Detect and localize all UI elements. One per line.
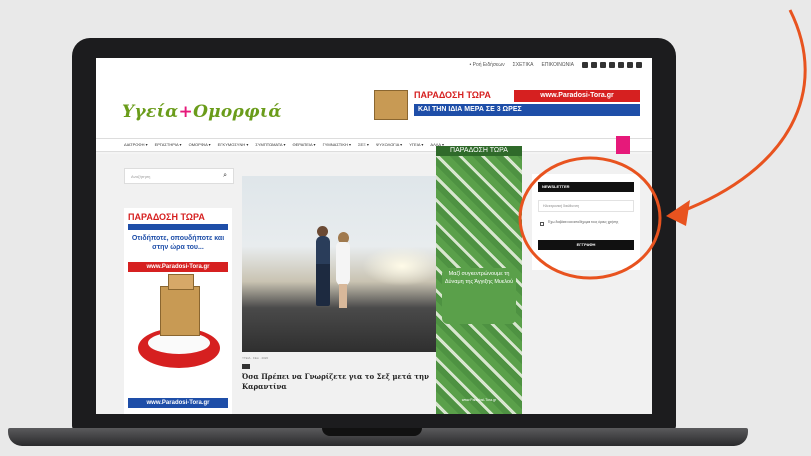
woman-figure-legs <box>339 284 347 308</box>
laptop-notch <box>322 428 422 436</box>
article-image[interactable] <box>242 176 438 352</box>
newsletter-consent-checkbox[interactable] <box>540 222 544 226</box>
youtube-icon[interactable] <box>627 62 633 68</box>
top-link-about[interactable]: ΣΧΕΤΙΚΑ <box>513 62 534 68</box>
nav-item[interactable]: ΘΕΡΑΠΕΙΑ ▾ <box>293 142 316 147</box>
top-links: • Ροή Ειδήσεων ΣΧΕΤΙΚΑ ΕΠΙΚΟΙΝΩΝΙΑ <box>469 62 642 68</box>
header-banner-ad[interactable]: ΠΑΡΑΔΟΣΗ ΤΩΡΑ www.Paradosi-Tora.gr ΚΑΙ Τ… <box>374 88 642 122</box>
package-stack-icon <box>160 286 200 336</box>
site-header: Υγεία+Ομορφιά ΠΑΡΑΔΟΣΗ ΤΩΡΑ www.Paradosi… <box>96 76 652 138</box>
main-nav: ΔΙΑΤΡΟΦΗ ▾ ΕΡΓΑΣΤΗΡΙΑ ▾ ΟΜΟΡΦΙΑ ▾ ΕΓΚΥΜΟΣΥΝ… <box>96 138 652 152</box>
man-figure <box>316 236 330 306</box>
annotation-arrow <box>679 9 807 214</box>
nav-item[interactable]: ΣΕΞ ▾ <box>358 142 369 147</box>
newsletter-consent-label: Έχω διαβάσει και αποδέχομαι τους όρους χ… <box>548 220 619 224</box>
browser-screen: • Ροή Ειδήσεων ΣΧΕΤΙΚΑ ΕΠΙΚΟΙΝΩΝΙΑ Υγεία… <box>96 58 652 414</box>
middle-banner-ad[interactable]: ΠΑΡΑΔΟΣΗ ΤΩΡΑ Μαζί συγκεντρώνουμε τη Δύν… <box>436 146 522 414</box>
pinterest-icon[interactable] <box>609 62 615 68</box>
mid-ad-text: Μαζί συγκεντρώνουμε τη Δύναμη της Άγγιξη… <box>444 271 514 285</box>
nav-item[interactable]: ΥΓΕΙΑ ▾ <box>409 142 423 147</box>
top-bar: • Ροή Ειδήσεων ΣΧΕΤΙΚΑ ΕΠΙΚΟΙΝΩΝΙΑ <box>96 58 652 76</box>
article-meta: ΥΓΕΙΑ · ΣΕΞ · 2020 <box>242 356 269 360</box>
linkedin-icon[interactable] <box>618 62 624 68</box>
newsletter-widget: NEWSLETTER Ηλεκτρονική διεύθυνση Έχω δια… <box>532 174 640 270</box>
top-link-feed[interactable]: • Ροή Ειδήσεων <box>469 62 504 68</box>
facebook-icon[interactable] <box>582 62 588 68</box>
nav-item[interactable]: ΟΜΟΡΦΙΑ ▾ <box>189 142 211 147</box>
left-ad-url-bottom: www.Paradosi-Tora.gr <box>128 398 228 408</box>
nav-item[interactable]: ΕΡΓΑΣΤΗΡΙΑ ▾ <box>155 142 182 147</box>
article-title[interactable]: Όσα Πρέπει να Γνωρίζετε για το Σεξ μετά … <box>242 372 438 392</box>
social-icons <box>582 62 642 68</box>
left-ad-title: ΠΑΡΑΔΟΣΗ ΤΩΡΑ <box>128 212 205 222</box>
newsletter-subscribe-button[interactable]: ΕΓΓΡΑΦΗ <box>538 240 634 250</box>
site-logo[interactable]: Υγεία+Ομορφιά <box>122 102 282 122</box>
nav-item[interactable]: ΣΥΜΠΤΩΜΑΤΑ ▾ <box>255 142 285 147</box>
mid-ad-url: www.Paradosi-Tora.gr <box>461 398 497 402</box>
package-box-icon <box>374 90 408 120</box>
nav-items: ΔΙΑΤΡΟΦΗ ▾ ΕΡΓΑΣΤΗΡΙΑ ▾ ΟΜΟΡΦΙΑ ▾ ΕΓΚΥΜΟΣΥΝ… <box>124 142 444 147</box>
nav-item[interactable]: ΔΙΑΤΡΟΦΗ ▾ <box>124 142 148 147</box>
article-category-tag[interactable] <box>242 364 250 369</box>
package-top-icon <box>168 274 194 290</box>
nav-item[interactable]: ΕΓΚΥΜΟΣΥΝΗ ▾ <box>218 142 249 147</box>
mid-ad-header: ΠΑΡΑΔΟΣΗ ΤΩΡΑ <box>436 146 522 156</box>
top-link-contact[interactable]: ΕΠΙΚΟΙΝΩΝΙΑ <box>542 62 574 68</box>
search-placeholder: Αναζήτηση <box>131 174 151 179</box>
sunlight <box>362 246 438 286</box>
nav-item[interactable]: ΓΥΜΝΑΣΤΙΚΗ ▾ <box>323 142 351 147</box>
newsletter-header: NEWSLETTER <box>538 182 634 192</box>
left-ad-stripe <box>128 224 228 230</box>
twitter-icon[interactable] <box>591 62 597 68</box>
rss-icon[interactable] <box>636 62 642 68</box>
woman-figure <box>336 242 350 286</box>
left-ad-url: www.Paradosi-Tora.gr <box>128 262 228 272</box>
newsletter-email-input[interactable]: Ηλεκτρονική διεύθυνση <box>538 200 634 212</box>
banner-title: ΠΑΡΑΔΟΣΗ ΤΩΡΑ <box>414 90 491 100</box>
nav-search-button[interactable] <box>616 136 630 156</box>
search-input[interactable]: Αναζήτηση ⌕ <box>124 168 234 184</box>
nav-item[interactable]: ΨΥΧΟΛΟΓΙΑ ▾ <box>376 142 402 147</box>
left-sidebar-ad[interactable]: ΠΑΡΑΔΟΣΗ ΤΩΡΑ Οτιδήποτε, οπουδήποτε και … <box>124 208 232 414</box>
instagram-icon[interactable] <box>600 62 606 68</box>
left-ad-text: Οτιδήποτε, οπουδήποτε και στην ώρα του..… <box>131 235 225 251</box>
banner-subtitle: ΚΑΙ ΤΗΝ ΙΔΙΑ ΜΕΡΑ ΣΕ 3 ΩΡΕΣ <box>414 104 640 116</box>
search-icon[interactable]: ⌕ <box>223 172 227 180</box>
banner-url: www.Paradosi-Tora.gr <box>514 90 640 102</box>
